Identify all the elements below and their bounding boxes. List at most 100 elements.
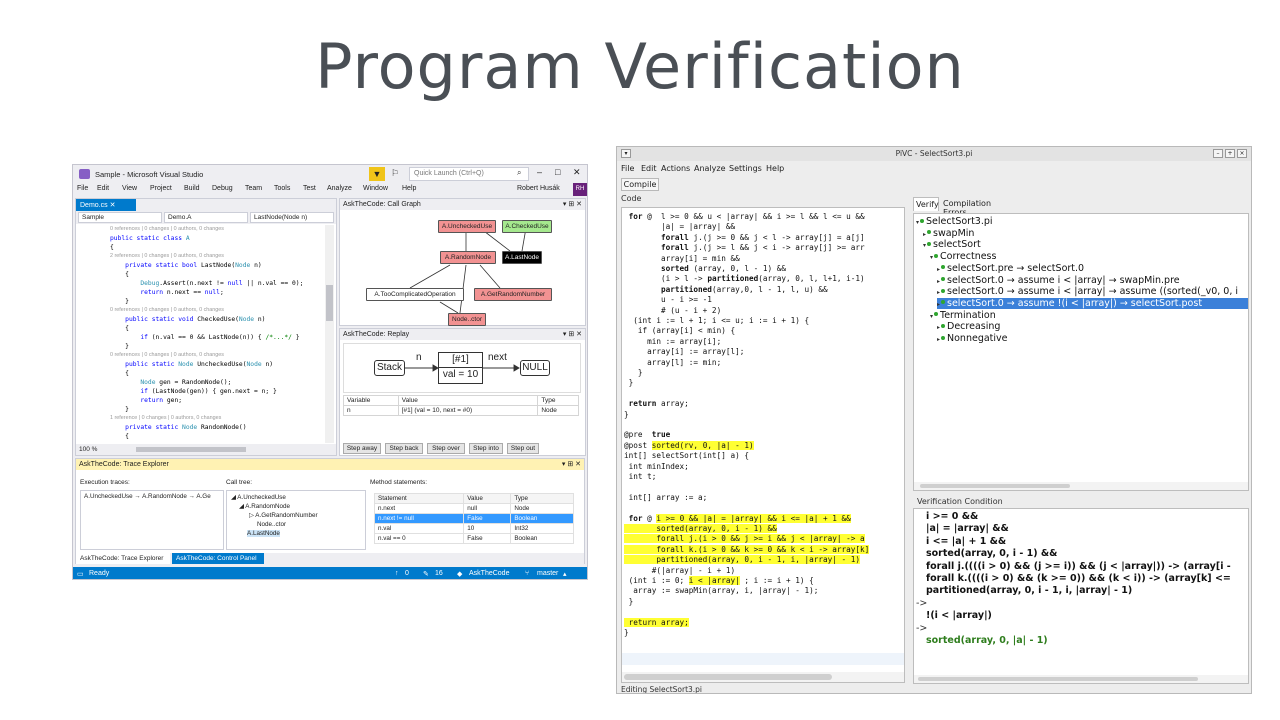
- project-dropdown[interactable]: Sample: [78, 212, 162, 223]
- tree-item[interactable]: ▾ Correctness: [930, 251, 996, 262]
- chevron-right-icon[interactable]: ▸: [923, 231, 926, 238]
- graph-node[interactable]: Node..ctor: [448, 313, 486, 326]
- tab-compilation-errors[interactable]: Compilation Errors: [941, 197, 1017, 217]
- chevron-down-icon[interactable]: ▾: [916, 219, 919, 226]
- step-back-button[interactable]: Step back: [385, 443, 423, 454]
- member-dropdown[interactable]: LastNode(Node n): [250, 212, 334, 223]
- graph-node[interactable]: A.UncheckedUse: [438, 220, 496, 233]
- graph-node[interactable]: A.LastNode: [502, 251, 542, 264]
- menu-window[interactable]: Window: [363, 185, 388, 192]
- menu-test[interactable]: Test: [303, 185, 316, 192]
- menu-file[interactable]: File: [77, 185, 88, 192]
- table-row[interactable]: n.next null Node: [373, 503, 574, 514]
- zoom-level[interactable]: 100 %: [79, 446, 97, 453]
- class-dropdown[interactable]: Demo.A: [164, 212, 248, 223]
- graph-node[interactable]: A.CheckedUse: [502, 220, 552, 233]
- menu-view[interactable]: View: [122, 185, 137, 192]
- feedback-icon[interactable]: ⚐: [391, 168, 399, 179]
- table-row-selected[interactable]: n.next != null False Boolean: [373, 513, 574, 524]
- codelens-info[interactable]: 0 references | 0 changes | 0 authors, 0 …: [110, 352, 224, 358]
- code-area[interactable]: 0 references | 0 changes | 0 authors, 0 …: [76, 225, 324, 443]
- chevron-right-icon[interactable]: ▸: [937, 324, 940, 331]
- quick-launch-input[interactable]: Quick Launch (Ctrl+Q): [409, 167, 529, 181]
- table-row[interactable]: n [#1] (val = 10, next = #0) Node: [343, 405, 579, 416]
- scroll-thumb[interactable]: [624, 674, 832, 680]
- panel-controls[interactable]: ▾ ⊞ ✕: [563, 200, 582, 208]
- menu-team[interactable]: Team: [245, 185, 262, 192]
- chevron-right-icon[interactable]: ▸: [937, 301, 940, 308]
- scroll-thumb[interactable]: [918, 677, 1198, 681]
- stack-node[interactable]: Stack: [374, 360, 405, 376]
- tree-item[interactable]: ▸ selectSort.pre → selectSort.0: [937, 263, 1084, 274]
- column-header[interactable]: Variable: [343, 395, 399, 406]
- menu-build[interactable]: Build: [184, 185, 200, 192]
- list-item[interactable]: A.UncheckedUse → A.RandomNode → A.Ge: [84, 493, 211, 500]
- tree-item[interactable]: Node..ctor: [257, 521, 286, 528]
- step-over-button[interactable]: Step over: [427, 443, 465, 454]
- horizontal-scrollbar[interactable]: [914, 482, 1248, 490]
- table-row[interactable]: n.val == 0 False Boolean: [373, 533, 574, 544]
- branch-name[interactable]: master: [537, 570, 558, 577]
- codelens-info[interactable]: 0 references | 0 changes | 0 authors, 0 …: [110, 307, 224, 313]
- pencil-icon[interactable]: ✎: [423, 570, 429, 578]
- scroll-thumb[interactable]: [920, 484, 1070, 488]
- tab-trace-explorer[interactable]: AskTheCode: Trace Explorer: [76, 553, 170, 564]
- tree-item-selected[interactable]: ▸ selectSort.0 → assume !(i < |array|) → …: [937, 297, 1248, 309]
- maximize-icon[interactable]: □: [555, 167, 560, 177]
- horizontal-scrollbar[interactable]: [914, 675, 1248, 683]
- tree-item[interactable]: ◢ A.RandomNode: [239, 503, 290, 510]
- column-header[interactable]: Type: [537, 395, 579, 406]
- step-into-button[interactable]: Step into: [469, 443, 503, 454]
- menu-help[interactable]: Help: [402, 185, 416, 192]
- horizontal-scroll-thumb[interactable]: [136, 447, 246, 452]
- chevron-down-icon[interactable]: ▾: [930, 313, 933, 320]
- panel-controls[interactable]: ▾ ⊞ ✕: [562, 460, 581, 468]
- chevron-right-icon[interactable]: ▸: [937, 289, 940, 296]
- push-icon[interactable]: ↑: [395, 570, 399, 577]
- tree-item-selected[interactable]: A.LastNode: [247, 530, 280, 537]
- tab-control-panel[interactable]: AskTheCode: Control Panel: [172, 553, 264, 564]
- menu-edit[interactable]: Edit: [641, 164, 657, 173]
- menu-analyze[interactable]: Analyze: [694, 164, 726, 173]
- chevron-down-icon[interactable]: ▾: [923, 242, 926, 249]
- column-header[interactable]: Value: [397, 395, 539, 406]
- chevron-right-icon[interactable]: ▸: [937, 336, 940, 343]
- menu-edit[interactable]: Edit: [97, 185, 109, 192]
- vertical-scrollbar[interactable]: [325, 225, 334, 443]
- tree-item[interactable]: ▾ Termination: [930, 310, 996, 321]
- panel-controls[interactable]: ▾ ⊞ ✕: [563, 330, 582, 338]
- column-header[interactable]: Value: [463, 493, 512, 504]
- codelens-info[interactable]: 2 references | 0 changes | 0 authors, 0 …: [110, 253, 224, 259]
- table-row[interactable]: n.val 10 Int32: [373, 523, 574, 534]
- tree-item[interactable]: ▸ Nonnegative: [937, 333, 1008, 344]
- scroll-thumb[interactable]: [326, 285, 333, 321]
- graph-node[interactable]: A.RandomNode: [440, 251, 496, 264]
- chevron-right-icon[interactable]: ▸: [937, 278, 940, 285]
- codelens-info[interactable]: 0 references | 0 changes | 0 authors, 0 …: [110, 226, 224, 232]
- minimize-icon[interactable]: –: [1213, 149, 1223, 158]
- column-header[interactable]: Type: [510, 493, 574, 504]
- close-icon[interactable]: ×: [1237, 149, 1247, 158]
- tree-item[interactable]: ▸ swapMin: [923, 228, 974, 239]
- tree-item[interactable]: ◢ A.UncheckedUse: [231, 494, 286, 501]
- menu-file[interactable]: File: [621, 164, 634, 173]
- edit-count[interactable]: 16: [435, 570, 443, 577]
- menu-help[interactable]: Help: [766, 164, 784, 173]
- push-count[interactable]: 0: [405, 570, 409, 577]
- horizontal-scrollbar[interactable]: [622, 672, 904, 682]
- menu-actions[interactable]: Actions: [661, 164, 690, 173]
- tree-item[interactable]: ▷ A.GetRandomNumber: [249, 512, 318, 519]
- column-header[interactable]: Statement: [373, 493, 465, 504]
- codelens-info[interactable]: 1 reference | 0 changes | 0 authors, 0 c…: [110, 415, 221, 421]
- chevron-right-icon[interactable]: ▸: [937, 266, 940, 273]
- search-icon[interactable]: ⌕: [517, 168, 521, 178]
- user-name[interactable]: Robert Husák: [517, 185, 560, 192]
- menu-project[interactable]: Project: [150, 185, 172, 192]
- menu-analyze[interactable]: Analyze: [327, 185, 352, 192]
- compile-button[interactable]: Compile: [621, 178, 659, 191]
- tree-item[interactable]: ▾ selectSort: [923, 239, 981, 250]
- repo-name[interactable]: AskTheCode: [469, 570, 509, 577]
- close-icon[interactable]: ✕: [110, 202, 116, 209]
- tree-item[interactable]: ▸ selectSort.0 → assume i < |array| → swa…: [937, 275, 1180, 286]
- chevron-up-icon[interactable]: ▴: [563, 570, 567, 578]
